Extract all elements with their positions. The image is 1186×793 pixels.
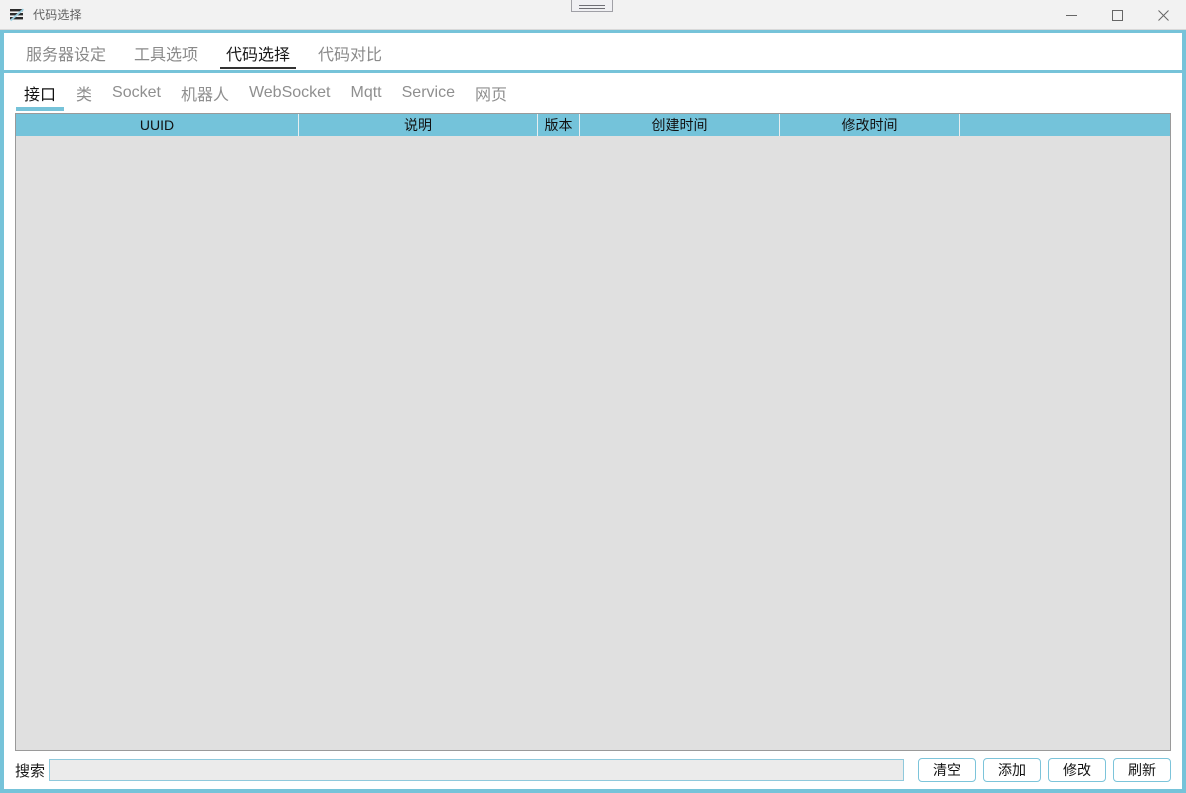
column-header-label: 说明 bbox=[404, 117, 432, 133]
sub-tab-interface[interactable]: 接口 bbox=[14, 73, 66, 113]
bottom-toolbar: 搜索 清空 添加 修改 刷新 bbox=[4, 751, 1182, 789]
edit-button-label: 修改 bbox=[1063, 762, 1091, 778]
column-header-label: 版本 bbox=[544, 117, 573, 133]
refresh-button[interactable]: 刷新 bbox=[1113, 758, 1171, 782]
handle-line bbox=[579, 8, 605, 9]
sub-tab-label: 机器人 bbox=[180, 87, 229, 104]
search-label: 搜索 bbox=[15, 762, 46, 780]
window-controls bbox=[1048, 0, 1186, 30]
sub-tab-class[interactable]: 类 bbox=[66, 73, 102, 113]
stacked-layers-icon bbox=[9, 7, 25, 23]
sub-tab-robot[interactable]: 机器人 bbox=[171, 73, 239, 113]
column-header-label: 修改时间 bbox=[841, 117, 898, 133]
search-input[interactable] bbox=[49, 759, 904, 781]
window-frame: 服务器设定 工具选项 代码选择 代码对比 接口 类 Socket 机器人 Web… bbox=[0, 30, 1186, 793]
column-header-create-time[interactable]: 创建时间 bbox=[580, 114, 780, 136]
main-tab-label: 服务器设定 bbox=[26, 47, 107, 64]
action-button-group: 清空 添加 修改 刷新 bbox=[918, 758, 1171, 782]
title-bar: 代码选择 bbox=[0, 0, 1186, 30]
add-button-label: 添加 bbox=[998, 762, 1026, 778]
main-tab-label: 代码选择 bbox=[226, 47, 291, 64]
column-header-spacer[interactable] bbox=[960, 114, 1170, 136]
column-header-version[interactable]: 版本 bbox=[538, 114, 580, 136]
main-tab-server-settings[interactable]: 服务器设定 bbox=[12, 33, 120, 73]
sub-tab-label: 类 bbox=[76, 87, 93, 104]
sub-tab-service[interactable]: Service bbox=[392, 73, 465, 113]
column-header-description[interactable]: 说明 bbox=[299, 114, 538, 136]
application-window: 代码选择 服务器设定 工具选项 代码选择 代码对比 接口 类 Socket 机器… bbox=[0, 0, 1186, 793]
column-header-modify-time[interactable]: 修改时间 bbox=[780, 114, 960, 136]
column-header-label: 创建时间 bbox=[651, 117, 708, 133]
maximize-button[interactable] bbox=[1094, 0, 1140, 30]
main-tab-tool-options[interactable]: 工具选项 bbox=[120, 33, 212, 73]
edit-button[interactable]: 修改 bbox=[1048, 758, 1106, 782]
close-icon bbox=[1157, 9, 1169, 21]
sub-tab-label: 接口 bbox=[24, 87, 57, 104]
sub-tab-label: Mqtt bbox=[350, 84, 382, 101]
column-header-uuid[interactable]: UUID bbox=[16, 114, 299, 136]
sub-tab-webpage[interactable]: 网页 bbox=[465, 73, 517, 113]
code-table: UUID 说明 版本 创建时间 修改时间 bbox=[15, 113, 1171, 751]
main-tab-code-compare[interactable]: 代码对比 bbox=[304, 33, 396, 73]
sub-tab-label: WebSocket bbox=[248, 84, 331, 101]
maximize-icon bbox=[1111, 9, 1123, 21]
table-body[interactable] bbox=[16, 136, 1170, 750]
handle-line bbox=[579, 5, 605, 6]
add-button[interactable]: 添加 bbox=[983, 758, 1041, 782]
table-header-row: UUID 说明 版本 创建时间 修改时间 bbox=[16, 114, 1170, 136]
close-button[interactable] bbox=[1140, 0, 1186, 30]
column-header-label: UUID bbox=[139, 117, 175, 133]
sub-tab-mqtt[interactable]: Mqtt bbox=[341, 73, 392, 113]
window-title: 代码选择 bbox=[33, 8, 82, 22]
sub-tab-socket[interactable]: Socket bbox=[102, 73, 171, 113]
clear-button[interactable]: 清空 bbox=[918, 758, 976, 782]
main-tab-label: 工具选项 bbox=[134, 47, 199, 64]
main-tab-bar: 服务器设定 工具选项 代码选择 代码对比 bbox=[4, 33, 1182, 73]
sub-tab-bar: 接口 类 Socket 机器人 WebSocket Mqtt Service 网… bbox=[4, 73, 1182, 113]
sub-tab-label: Service bbox=[401, 84, 455, 101]
clear-button-label: 清空 bbox=[933, 762, 961, 778]
main-tab-label: 代码对比 bbox=[318, 47, 383, 64]
caption-drag-handle[interactable] bbox=[571, 0, 613, 12]
minimize-button[interactable] bbox=[1048, 0, 1094, 30]
main-tab-code-select[interactable]: 代码选择 bbox=[212, 33, 304, 73]
sub-tab-label: 网页 bbox=[474, 87, 507, 104]
sub-tab-websocket[interactable]: WebSocket bbox=[239, 73, 341, 113]
sub-tab-label: Socket bbox=[112, 84, 161, 101]
refresh-button-label: 刷新 bbox=[1128, 762, 1156, 778]
minimize-icon bbox=[1065, 14, 1077, 16]
